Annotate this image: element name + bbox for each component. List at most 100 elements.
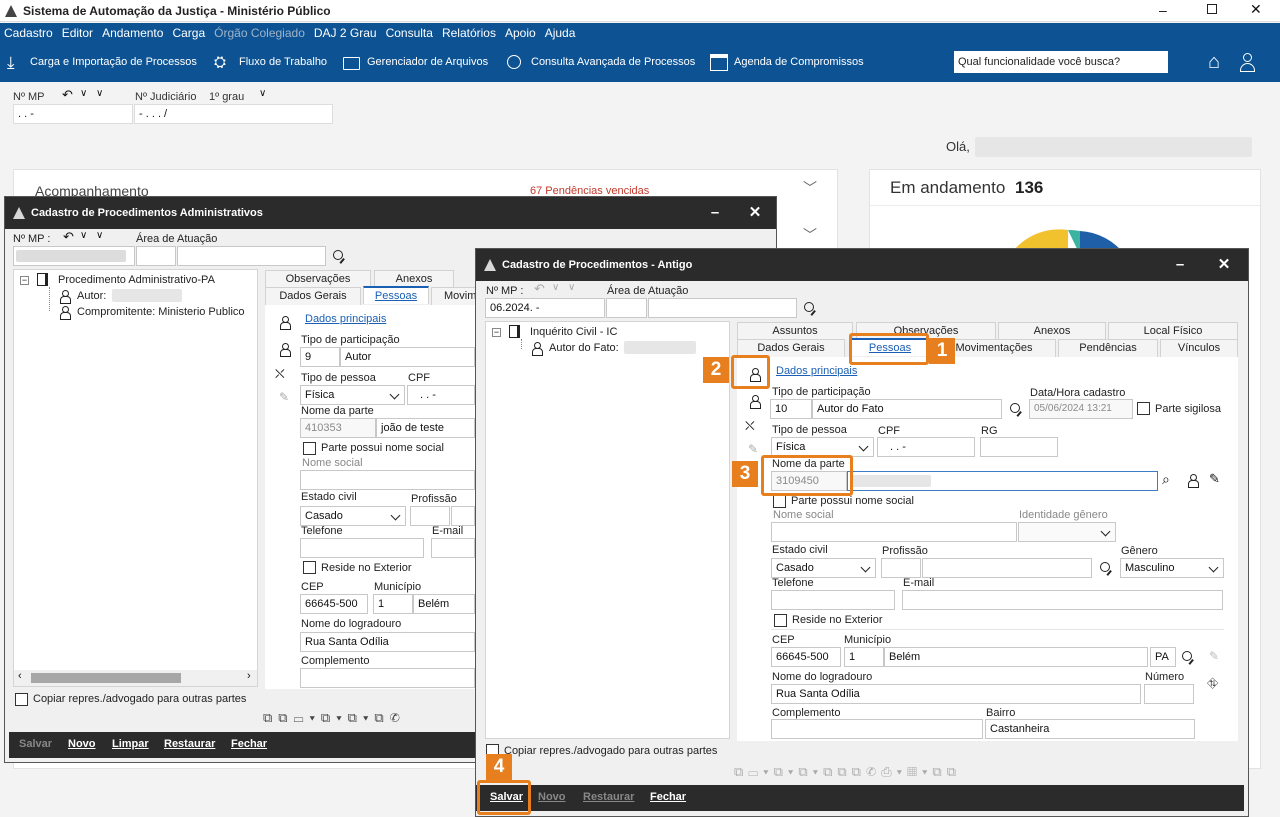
win1-municipio-code[interactable]: 1 [373,594,413,614]
search-icon[interactable] [1010,403,1020,413]
win2-restore-button[interactable]: Restaurar [583,791,634,803]
win2-action-icons[interactable]: ⧉▭▾⧉▾⧉▾⧉⧉⧉✆⎙▾▦▾⧉⧉ [734,764,961,780]
person-icon[interactable] [750,395,761,409]
win1-tab-dados-gerais[interactable]: Dados Gerais [265,287,361,305]
win2-genero-select[interactable]: Masculino [1120,558,1224,578]
win1-area-code-input[interactable] [136,246,176,266]
win1-clear-button[interactable]: Limpar [112,738,149,750]
win1-restore-button[interactable]: Restaurar [164,738,215,750]
win2-telefone-input[interactable] [771,590,895,610]
edit-person-icon[interactable]: ✎ [748,442,758,456]
win1-nome-social-checkbox[interactable] [303,442,316,455]
remove-person-icon[interactable]: ⛌ [745,418,755,434]
tree-collapse-icon[interactable]: − [492,328,501,337]
close-button[interactable]: ✕ [1250,1,1262,18]
menu-item-8[interactable]: Apoio [505,26,536,40]
win2-tab-vinculos[interactable]: Vínculos [1160,339,1238,357]
win2-complemento-input[interactable] [771,719,983,739]
win1-minimize-button[interactable]: – [695,197,735,229]
edit-person-icon[interactable]: ✎ [279,390,289,404]
functionality-search-input[interactable]: Qual funcionalidade você busca? [954,51,1168,73]
minimize-button[interactable]: – [1159,0,1173,22]
chevron-down-icon[interactable]: ﹀ [803,225,817,245]
win1-tab-movim[interactable]: Movim [431,287,479,305]
win1-reside-exterior-checkbox[interactable] [303,561,316,574]
win1-tab-observacoes[interactable]: Observações [265,270,371,288]
tree-root[interactable]: Procedimento Administrativo-PA [58,274,215,286]
win1-nmp-input[interactable] [13,246,135,266]
win1-profissao-code[interactable] [410,506,450,526]
win1-email-input[interactable] [431,538,475,558]
win2-tab-assuntos[interactable]: Assuntos [737,322,853,340]
win2-nome-social-input[interactable] [771,522,1017,542]
win1-copiar-checkbox[interactable] [15,693,28,706]
win1-nome-social-input[interactable] [300,470,475,490]
menu-item-7[interactable]: Relatórios [442,26,496,40]
nmp-input[interactable]: . . - [13,104,133,124]
undo-icon[interactable]: ↶ [534,281,545,297]
add-address-icon[interactable]: ⛗ [1207,675,1218,692]
win2-bairro-input[interactable]: Castanheira [985,719,1195,739]
menu-item-1[interactable]: Editor [62,26,93,40]
tree-collapse-icon[interactable]: − [20,276,29,285]
win2-minimize-button[interactable]: – [1160,249,1200,281]
win1-close-button[interactable]: ✕ [735,197,775,229]
person-icon[interactable] [280,316,291,330]
menu-item-6[interactable]: Consulta [386,26,433,40]
chevron-down-icon[interactable]: ∨ [96,88,103,99]
users-icon[interactable] [1240,53,1260,73]
win1-cpf-input[interactable]: . . - [407,385,475,405]
toolbar-item-fluxo[interactable]: Fluxo de Trabalho [239,56,327,68]
menu-item-3[interactable]: Carga [172,26,205,40]
win2-cep-input[interactable]: 66645-500 [771,647,841,667]
home-icon[interactable]: ⌂ [1208,52,1220,72]
win2-tab-pendencias[interactable]: Pendências [1058,339,1158,357]
win2-identidade-select[interactable] [1018,522,1116,542]
win2-nmp-input[interactable]: 06.2024. - [485,298,605,318]
win1-complemento-input[interactable] [300,668,475,688]
map-icon[interactable]: ✎ [1209,649,1219,663]
win2-rg-input[interactable] [980,437,1058,457]
win1-close-button-bottom[interactable]: Fechar [231,738,267,750]
undo-icon[interactable]: ↶ [63,229,74,245]
restore-button[interactable] [1207,4,1217,14]
toolbar-item-arquivos[interactable]: Gerenciador de Arquivos [367,56,488,68]
win1-dados-principais[interactable]: Dados principais [305,313,386,325]
remove-person-icon[interactable]: ⛌ [275,366,285,382]
menu-item-5[interactable]: DAJ 2 Grau [314,26,377,40]
win1-municipio-input[interactable]: Belém [413,594,475,614]
chevron-down-icon[interactable]: ∨ [568,282,575,293]
win2-close-button-bottom[interactable]: Fechar [650,791,686,803]
win1-save-button[interactable]: Salvar [19,738,52,750]
win1-telefone-input[interactable] [300,538,424,558]
chevron-down-icon[interactable]: ∨ [552,282,559,293]
win2-reside-exterior-checkbox[interactable] [774,614,787,627]
search-icon[interactable] [1182,651,1192,661]
win2-nome-parte-input[interactable] [847,471,1158,491]
win2-municipio-input[interactable]: Belém [884,647,1148,667]
win1-tab-pessoas[interactable]: Pessoas [363,286,429,304]
win2-logradouro-input[interactable]: Rua Santa Odília [771,684,1141,704]
win2-area-code-input[interactable] [606,298,647,318]
win2-tab-local-fisico[interactable]: Local Físico [1108,322,1238,340]
tree-autor[interactable]: Autor: [77,290,106,302]
win2-close-button[interactable]: ✕ [1204,249,1244,281]
toolbar-item-agenda[interactable]: Agenda de Compromissos [734,56,864,68]
win2-uf-input[interactable]: PA [1150,647,1176,667]
win2-profissao-input[interactable] [922,558,1092,578]
win1-tipo-part-input[interactable]: Autor [340,347,475,367]
win2-tipo-part-input[interactable]: Autor do Fato [812,399,1002,419]
win2-tipo-part-code[interactable]: 10 [770,399,812,419]
menu-item-4[interactable]: Órgão Colegiado [214,26,305,40]
win1-new-button[interactable]: Novo [68,738,96,750]
undo-icon[interactable]: ↶ [62,87,73,103]
menu-item-0[interactable]: Cadastro [4,26,53,40]
win2-area-input[interactable] [648,298,797,318]
win1-tipo-part-code[interactable]: 9 [300,347,340,367]
win1-estado-civil-select[interactable]: Casado [300,506,406,526]
search-person-icon[interactable]: ⌕ [1162,471,1170,488]
win2-search-icon[interactable] [804,302,814,312]
njud-input[interactable]: - . . . / [134,104,333,124]
win1-search-icon[interactable] [333,250,343,260]
win2-estado-civil-select[interactable]: Casado [771,558,876,578]
